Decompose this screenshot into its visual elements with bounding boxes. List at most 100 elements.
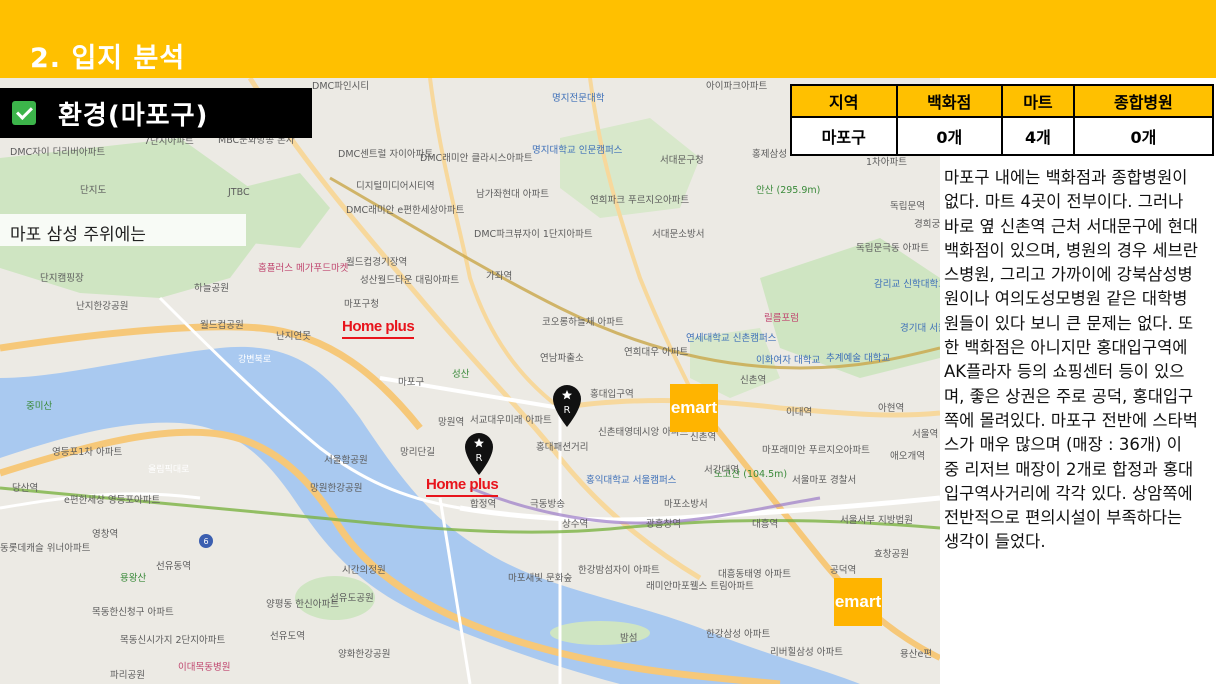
map-label: 합정역: [470, 499, 497, 510]
map-label: 마포구청: [344, 299, 379, 310]
homeplus-logo[interactable]: Home plus: [426, 476, 499, 497]
map-label: 경희궁: [914, 219, 940, 230]
map-label: 서울함공원: [324, 455, 368, 466]
map-label: 홍대패션거리: [536, 442, 589, 453]
map-label: 성산: [452, 369, 470, 380]
map-label: 경기대 서울캠: [900, 323, 940, 334]
starbucks-reserve-pin-icon[interactable]: R: [552, 384, 582, 428]
table-cell: 0개: [895, 116, 1003, 156]
section-title: 환경(마포구): [58, 100, 209, 131]
map-label: 홍익대학교 서울캠퍼스: [586, 475, 677, 486]
map-label: 동롯데캐슬 위너아파트: [0, 543, 91, 554]
page-title: 2. 입지 분석: [30, 43, 186, 74]
map-label: 극동방송: [530, 499, 565, 510]
map-label: DMC파인시티: [312, 81, 370, 92]
map-label: 올림픽대로: [148, 465, 190, 475]
facility-stat-table: 지역 백화점 마트 종합병원 마포구 0개 4개 0개: [790, 84, 1215, 156]
table-header-department-store: 백화점: [895, 84, 1003, 118]
analysis-description: 마포구 내에는 백화점과 종합병원이 없다. 마트 4곳이 전부이다. 그러나 …: [944, 168, 1198, 552]
map-label: 서울마포 경찰서: [792, 475, 857, 486]
map-label: 디지털미디어시티역: [356, 181, 435, 192]
map-label: 신촌역: [690, 432, 717, 443]
map-label: 홍대입구역: [590, 389, 634, 400]
map[interactable]: 6 DMC파인시티 명지전문대학 아이파크아파트 7단지아파트 MBC문화방송 …: [0, 78, 940, 684]
svg-text:6: 6: [203, 537, 208, 546]
map-label: 망원한강공원: [310, 483, 363, 494]
map-label: 마포구: [398, 377, 425, 388]
map-label: 영창역: [92, 529, 119, 540]
table-row: 마포구 0개 4개 0개: [790, 116, 1215, 156]
map-label: 이대역: [786, 407, 813, 418]
map-label: 리버힐삼성 아파트: [770, 647, 843, 658]
reserve-mark: R: [476, 453, 483, 464]
map-label: 선유도역: [270, 631, 305, 642]
map-label: JTBC: [228, 187, 250, 198]
table-header-mart: 마트: [1001, 84, 1075, 118]
map-label: 하늘공원: [194, 283, 229, 294]
map-label: 한강밤섬자이 아파트: [578, 565, 660, 576]
map-label: e편한세상 영등포아파트: [64, 495, 161, 506]
map-label: DMC래미안 e편한세상아파트: [346, 205, 465, 216]
map-label: 망원역: [438, 417, 465, 428]
map-label: 당산역: [12, 483, 39, 494]
map-label: 양평동 한신아파트: [266, 599, 339, 610]
map-label: DMC파크뷰자이 1단지아파트: [474, 229, 593, 240]
homeplus-logo[interactable]: Home plus: [342, 318, 415, 339]
checkbox-checked-icon: [12, 101, 36, 125]
map-label: 양화한강공원: [338, 649, 391, 660]
map-label: 추계예술 대학교: [826, 353, 891, 364]
map-label: 서교대우미래 아파트: [470, 415, 552, 426]
map-label: 용산e편: [900, 649, 933, 660]
starbucks-reserve-pin-icon[interactable]: R: [464, 432, 494, 476]
map-label: 이화여자 대학교: [756, 355, 821, 366]
map-label: 공덕역: [830, 565, 857, 576]
map-label: 명지전문대학: [552, 93, 605, 104]
map-label: 대흥동태영 아파트: [718, 569, 791, 580]
map-label: 단지도: [80, 185, 107, 196]
map-label: 연세대학교 신촌캠퍼스: [686, 333, 777, 344]
map-base: 6: [0, 78, 940, 684]
map-label: 가좌역: [486, 271, 513, 282]
map-label: 난지연못: [276, 331, 311, 342]
map-label: 독립문역: [890, 201, 925, 212]
map-label: 목동신시가지 2단지아파트: [120, 635, 226, 646]
map-label: 성산월드타운 대림아파트: [360, 275, 460, 286]
map-label: 아현역: [878, 403, 905, 414]
map-label: 서울서부 지방법원: [840, 515, 913, 526]
map-label: 효창공원: [874, 549, 909, 560]
map-label: 광흥창역: [646, 519, 681, 530]
map-label: 난지한강공원: [76, 301, 129, 312]
map-label: 망리단길: [400, 447, 435, 458]
map-label: 중미산: [26, 401, 53, 412]
map-label: 애오개역: [890, 451, 925, 462]
map-label: 선유동역: [156, 561, 191, 572]
map-label: 노고산 (104.5m): [714, 469, 788, 480]
map-label: 마포래미안 푸르지오아파트: [762, 445, 870, 456]
map-label: 연희파크 푸르지오아파트: [590, 195, 690, 206]
map-label: 상수역: [562, 519, 589, 530]
map-label: 단지캠핑장: [40, 273, 84, 284]
reserve-mark: R: [564, 405, 571, 416]
map-label: 홍제삼성: [752, 149, 787, 160]
map-label: 래미안마포웰스 트림아파트: [646, 581, 754, 592]
map-label: 월드컵공원: [200, 320, 244, 331]
table-header-region: 지역: [790, 84, 898, 118]
map-label: DMC래미안 클라시스아파트: [420, 153, 533, 164]
map-label: 신촌역: [740, 375, 767, 386]
table-cell: 마포구: [790, 116, 898, 156]
map-label: 남가좌현대 아파트: [476, 189, 549, 200]
map-label: 월드컵경기장역: [346, 257, 408, 268]
emart-logo[interactable]: emart: [670, 384, 718, 432]
map-label: 서대문소방서: [652, 229, 705, 240]
map-label: 서대문구청: [660, 155, 704, 166]
map-label: 한강삼성 아파트: [706, 629, 771, 640]
map-label: 마포소방서: [664, 499, 708, 510]
map-label: 독립문극동 아파트: [856, 243, 929, 254]
map-label: 릴름포럼: [764, 313, 799, 324]
header-bar: 2. 입지 분석: [0, 0, 1216, 78]
map-label: 안산 (295.9m): [756, 185, 821, 196]
map-label: 명지대학교 인문캠퍼스: [532, 145, 623, 156]
map-label: 마포새빛 문화숲: [508, 573, 573, 584]
map-label: 아이파크아파트: [706, 81, 768, 92]
emart-logo[interactable]: emart: [834, 578, 882, 626]
